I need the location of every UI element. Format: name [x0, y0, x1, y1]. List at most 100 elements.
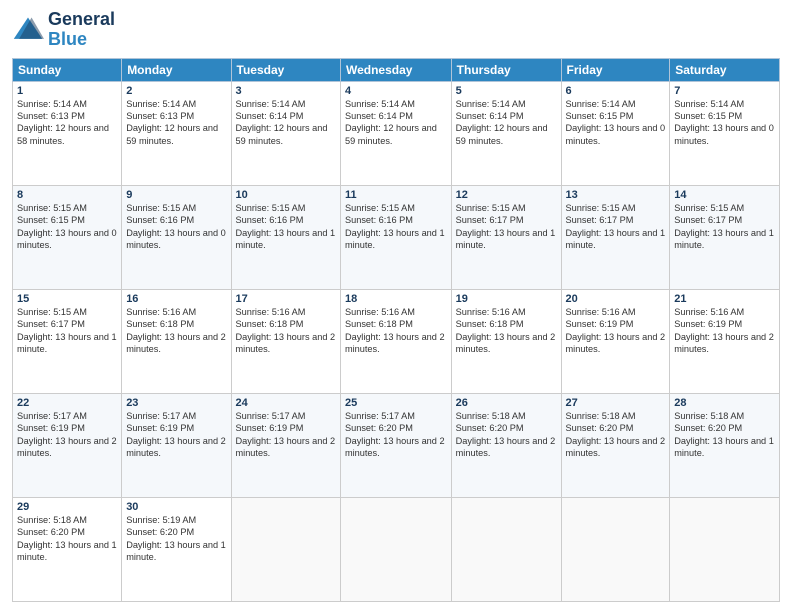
- day-number: 1: [17, 85, 117, 97]
- day-info: Sunrise: 5:14 AMSunset: 6:14 PMDaylight:…: [456, 98, 557, 148]
- dow-header: Thursday: [451, 58, 561, 81]
- calendar-cell: 15Sunrise: 5:15 AMSunset: 6:17 PMDayligh…: [13, 289, 122, 393]
- day-number: 14: [674, 189, 775, 201]
- day-info: Sunrise: 5:16 AMSunset: 6:19 PMDaylight:…: [674, 306, 775, 356]
- day-number: 18: [345, 293, 447, 305]
- day-number: 19: [456, 293, 557, 305]
- day-number: 22: [17, 397, 117, 409]
- calendar-row: 1Sunrise: 5:14 AMSunset: 6:13 PMDaylight…: [13, 81, 780, 185]
- day-info: Sunrise: 5:16 AMSunset: 6:18 PMDaylight:…: [456, 306, 557, 356]
- logo-icon: [12, 14, 44, 46]
- calendar-row: 8Sunrise: 5:15 AMSunset: 6:15 PMDaylight…: [13, 185, 780, 289]
- calendar-cell: 14Sunrise: 5:15 AMSunset: 6:17 PMDayligh…: [670, 185, 780, 289]
- calendar-row: 29Sunrise: 5:18 AMSunset: 6:20 PMDayligh…: [13, 497, 780, 601]
- day-info: Sunrise: 5:14 AMSunset: 6:14 PMDaylight:…: [236, 98, 336, 148]
- day-number: 21: [674, 293, 775, 305]
- day-info: Sunrise: 5:17 AMSunset: 6:19 PMDaylight:…: [17, 410, 117, 460]
- day-number: 3: [236, 85, 336, 97]
- calendar-cell: 16Sunrise: 5:16 AMSunset: 6:18 PMDayligh…: [122, 289, 231, 393]
- calendar-body: 1Sunrise: 5:14 AMSunset: 6:13 PMDaylight…: [13, 81, 780, 601]
- dow-header: Tuesday: [231, 58, 340, 81]
- calendar-cell: 26Sunrise: 5:18 AMSunset: 6:20 PMDayligh…: [451, 393, 561, 497]
- calendar-cell: 28Sunrise: 5:18 AMSunset: 6:20 PMDayligh…: [670, 393, 780, 497]
- day-info: Sunrise: 5:16 AMSunset: 6:18 PMDaylight:…: [345, 306, 447, 356]
- logo-text: General Blue: [48, 10, 115, 50]
- day-info: Sunrise: 5:14 AMSunset: 6:13 PMDaylight:…: [17, 98, 117, 148]
- day-info: Sunrise: 5:16 AMSunset: 6:19 PMDaylight:…: [566, 306, 666, 356]
- header: General Blue: [12, 10, 780, 50]
- day-info: Sunrise: 5:18 AMSunset: 6:20 PMDaylight:…: [566, 410, 666, 460]
- day-info: Sunrise: 5:15 AMSunset: 6:17 PMDaylight:…: [17, 306, 117, 356]
- calendar-cell: 18Sunrise: 5:16 AMSunset: 6:18 PMDayligh…: [340, 289, 451, 393]
- day-number: 7: [674, 85, 775, 97]
- day-number: 10: [236, 189, 336, 201]
- calendar-cell: [231, 497, 340, 601]
- day-number: 28: [674, 397, 775, 409]
- day-number: 11: [345, 189, 447, 201]
- calendar-cell: [670, 497, 780, 601]
- calendar-cell: [451, 497, 561, 601]
- calendar-cell: 30Sunrise: 5:19 AMSunset: 6:20 PMDayligh…: [122, 497, 231, 601]
- day-info: Sunrise: 5:17 AMSunset: 6:19 PMDaylight:…: [126, 410, 226, 460]
- calendar-row: 15Sunrise: 5:15 AMSunset: 6:17 PMDayligh…: [13, 289, 780, 393]
- calendar-cell: 25Sunrise: 5:17 AMSunset: 6:20 PMDayligh…: [340, 393, 451, 497]
- day-info: Sunrise: 5:16 AMSunset: 6:18 PMDaylight:…: [236, 306, 336, 356]
- day-number: 4: [345, 85, 447, 97]
- dow-header: Saturday: [670, 58, 780, 81]
- logo: General Blue: [12, 10, 115, 50]
- calendar-cell: 5Sunrise: 5:14 AMSunset: 6:14 PMDaylight…: [451, 81, 561, 185]
- day-info: Sunrise: 5:17 AMSunset: 6:20 PMDaylight:…: [345, 410, 447, 460]
- day-number: 30: [126, 501, 226, 513]
- calendar-cell: 9Sunrise: 5:15 AMSunset: 6:16 PMDaylight…: [122, 185, 231, 289]
- calendar: SundayMondayTuesdayWednesdayThursdayFrid…: [12, 58, 780, 602]
- day-number: 26: [456, 397, 557, 409]
- day-info: Sunrise: 5:17 AMSunset: 6:19 PMDaylight:…: [236, 410, 336, 460]
- day-number: 27: [566, 397, 666, 409]
- dow-header: Sunday: [13, 58, 122, 81]
- day-number: 8: [17, 189, 117, 201]
- dow-header: Wednesday: [340, 58, 451, 81]
- calendar-cell: 20Sunrise: 5:16 AMSunset: 6:19 PMDayligh…: [561, 289, 670, 393]
- day-info: Sunrise: 5:18 AMSunset: 6:20 PMDaylight:…: [17, 514, 117, 564]
- day-number: 9: [126, 189, 226, 201]
- day-number: 15: [17, 293, 117, 305]
- page: General Blue SundayMondayTuesdayWednesda…: [0, 0, 792, 612]
- day-number: 16: [126, 293, 226, 305]
- day-info: Sunrise: 5:18 AMSunset: 6:20 PMDaylight:…: [456, 410, 557, 460]
- day-info: Sunrise: 5:15 AMSunset: 6:17 PMDaylight:…: [566, 202, 666, 252]
- calendar-cell: 6Sunrise: 5:14 AMSunset: 6:15 PMDaylight…: [561, 81, 670, 185]
- day-info: Sunrise: 5:15 AMSunset: 6:15 PMDaylight:…: [17, 202, 117, 252]
- calendar-row: 22Sunrise: 5:17 AMSunset: 6:19 PMDayligh…: [13, 393, 780, 497]
- day-number: 25: [345, 397, 447, 409]
- day-number: 13: [566, 189, 666, 201]
- day-info: Sunrise: 5:15 AMSunset: 6:16 PMDaylight:…: [345, 202, 447, 252]
- calendar-cell: 29Sunrise: 5:18 AMSunset: 6:20 PMDayligh…: [13, 497, 122, 601]
- calendar-cell: 1Sunrise: 5:14 AMSunset: 6:13 PMDaylight…: [13, 81, 122, 185]
- calendar-cell: 2Sunrise: 5:14 AMSunset: 6:13 PMDaylight…: [122, 81, 231, 185]
- day-info: Sunrise: 5:15 AMSunset: 6:17 PMDaylight:…: [674, 202, 775, 252]
- calendar-cell: 27Sunrise: 5:18 AMSunset: 6:20 PMDayligh…: [561, 393, 670, 497]
- calendar-cell: 21Sunrise: 5:16 AMSunset: 6:19 PMDayligh…: [670, 289, 780, 393]
- calendar-cell: 7Sunrise: 5:14 AMSunset: 6:15 PMDaylight…: [670, 81, 780, 185]
- calendar-cell: 11Sunrise: 5:15 AMSunset: 6:16 PMDayligh…: [340, 185, 451, 289]
- calendar-cell: [340, 497, 451, 601]
- calendar-cell: [561, 497, 670, 601]
- day-number: 17: [236, 293, 336, 305]
- day-info: Sunrise: 5:16 AMSunset: 6:18 PMDaylight:…: [126, 306, 226, 356]
- day-info: Sunrise: 5:19 AMSunset: 6:20 PMDaylight:…: [126, 514, 226, 564]
- calendar-cell: 12Sunrise: 5:15 AMSunset: 6:17 PMDayligh…: [451, 185, 561, 289]
- calendar-cell: 8Sunrise: 5:15 AMSunset: 6:15 PMDaylight…: [13, 185, 122, 289]
- day-info: Sunrise: 5:15 AMSunset: 6:17 PMDaylight:…: [456, 202, 557, 252]
- day-info: Sunrise: 5:14 AMSunset: 6:14 PMDaylight:…: [345, 98, 447, 148]
- calendar-cell: 10Sunrise: 5:15 AMSunset: 6:16 PMDayligh…: [231, 185, 340, 289]
- day-info: Sunrise: 5:18 AMSunset: 6:20 PMDaylight:…: [674, 410, 775, 460]
- calendar-cell: 19Sunrise: 5:16 AMSunset: 6:18 PMDayligh…: [451, 289, 561, 393]
- day-info: Sunrise: 5:14 AMSunset: 6:15 PMDaylight:…: [674, 98, 775, 148]
- day-number: 20: [566, 293, 666, 305]
- calendar-cell: 3Sunrise: 5:14 AMSunset: 6:14 PMDaylight…: [231, 81, 340, 185]
- day-number: 5: [456, 85, 557, 97]
- day-info: Sunrise: 5:14 AMSunset: 6:13 PMDaylight:…: [126, 98, 226, 148]
- calendar-cell: 24Sunrise: 5:17 AMSunset: 6:19 PMDayligh…: [231, 393, 340, 497]
- calendar-cell: 23Sunrise: 5:17 AMSunset: 6:19 PMDayligh…: [122, 393, 231, 497]
- day-number: 6: [566, 85, 666, 97]
